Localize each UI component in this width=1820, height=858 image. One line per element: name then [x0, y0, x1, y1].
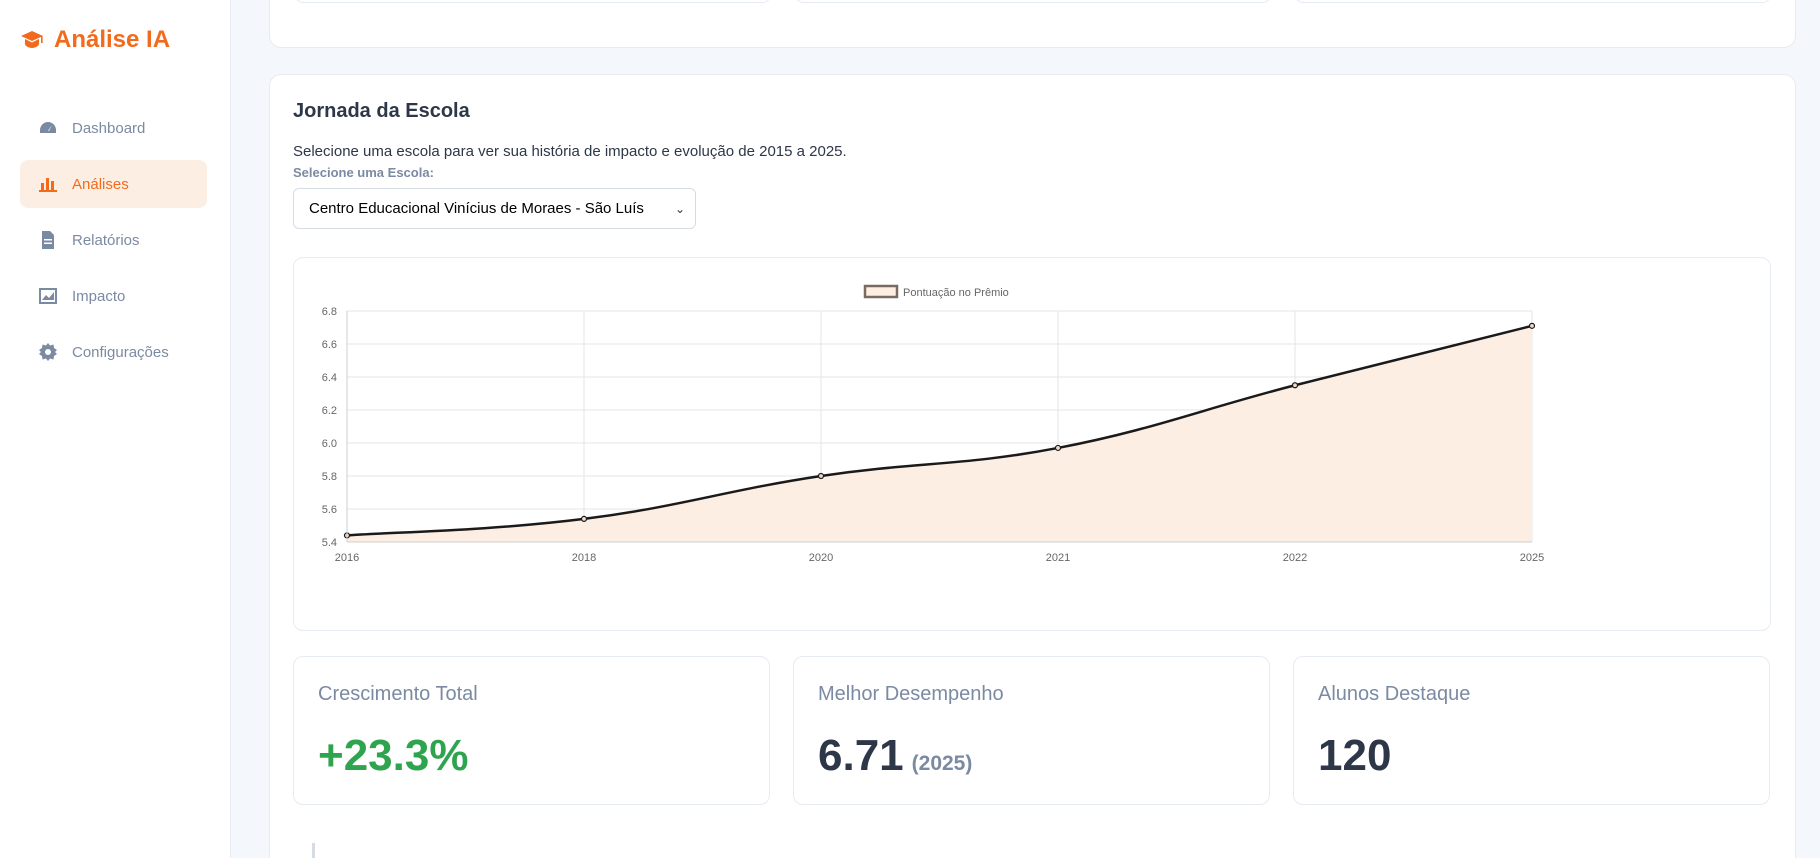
graduation-cap-icon — [21, 31, 43, 48]
sidebar-item-analises[interactable]: Análises — [20, 160, 207, 208]
chart-data-point — [580, 515, 588, 522]
sidebar: Análise IA Dashboard Análises Relatórios — [0, 0, 231, 858]
stat-card-growth: Crescimento Total +23.3% — [293, 656, 770, 805]
brand[interactable]: Análise IA — [20, 26, 170, 54]
chart-data-point — [817, 472, 825, 480]
sidebar-item-label: Dashboard — [72, 119, 146, 137]
chart-x-tick-label: 2025 — [1520, 552, 1544, 564]
top-card-stub — [294, 0, 772, 3]
sidebar-item-configuracoes[interactable]: Configurações — [20, 328, 207, 376]
top-card — [269, 0, 1796, 48]
chart-legend-swatch — [863, 284, 899, 299]
stat-title: Alunos Destaque — [1318, 683, 1471, 705]
chart-x-tick-label: 2021 — [1046, 552, 1070, 564]
stat-number: 6.71 — [818, 731, 904, 780]
chart-svg: 5.4 5.6 5.8 6.0 6.2 6.4 6.6 6.8 2016 2018 2020 2021… — [322, 284, 1544, 564]
divider — [312, 843, 315, 858]
stat-title: Crescimento Total — [318, 683, 478, 705]
school-select-value: Centro Educacional Vinícius de Moraes - … — [309, 200, 644, 217]
section-title: Jornada da Escola — [293, 100, 470, 122]
image-chart-icon — [39, 288, 57, 304]
school-select[interactable]: Centro Educacional Vinícius de Moraes - … — [293, 188, 696, 229]
bar-chart-icon — [39, 178, 57, 192]
gauge-icon — [40, 122, 56, 133]
chart-data-point — [1291, 382, 1299, 389]
chart-x-tick-label: 2016 — [335, 552, 359, 564]
chevron-down-icon: ⌄ — [674, 201, 685, 216]
stat-card-students: Alunos Destaque 120 — [1293, 656, 1770, 805]
chart-y-tick-label: 6.6 — [322, 339, 337, 351]
sidebar-nav: Dashboard Análises Relatórios Impacto Co… — [20, 104, 207, 384]
sidebar-item-label: Relatórios — [72, 231, 140, 249]
section-description: Selecione uma escola para ver sua histór… — [293, 143, 847, 160]
gear-icon — [39, 343, 57, 361]
sidebar-item-dashboard[interactable]: Dashboard — [20, 104, 207, 152]
stat-title: Melhor Desempenho — [818, 683, 1004, 705]
school-select-label: Selecione uma Escola: — [293, 165, 434, 180]
chart-x-tick-label: 2022 — [1283, 552, 1307, 564]
brand-name: Análise IA — [54, 26, 171, 53]
chart-data-point — [1528, 322, 1536, 329]
sidebar-item-label: Análises — [72, 175, 129, 193]
sidebar-item-impacto[interactable]: Impacto — [20, 272, 207, 320]
stat-value: +23.3% — [318, 731, 469, 780]
sidebar-item-relatorios[interactable]: Relatórios — [20, 216, 207, 264]
stat-value: 120 — [1318, 731, 1392, 780]
chart-x-tick-label: 2020 — [809, 552, 833, 564]
chart-y-tick-label: 6.8 — [322, 306, 337, 318]
sidebar-item-label: Configurações — [72, 343, 169, 361]
top-card-stub — [794, 0, 1272, 3]
chart-legend-label: Pontuação no Prêmio — [903, 287, 1009, 299]
sidebar-item-label: Impacto — [72, 287, 126, 305]
stat-value: 6.71 (2025) — [818, 731, 972, 781]
chart-data-point — [1054, 444, 1062, 452]
chart-x-tick-label: 2018 — [572, 552, 596, 564]
chart-y-tick-label: 6.2 — [322, 405, 337, 417]
top-card-stub — [1294, 0, 1772, 3]
chart-y-tick-label: 5.8 — [322, 471, 337, 483]
chart-area-fill — [347, 325, 1532, 542]
school-journey-chart: 5.4 5.6 5.8 6.0 6.2 6.4 6.6 6.8 2016 2018 2020 2021… — [293, 257, 1771, 631]
chart-y-tick-label: 5.4 — [322, 537, 337, 549]
chart-y-tick-label: 6.0 — [322, 438, 337, 450]
stat-year: (2025) — [911, 752, 973, 775]
chart-y-tick-label: 5.6 — [322, 504, 337, 516]
document-icon — [42, 231, 54, 249]
stat-card-best: Melhor Desempenho 6.71 (2025) — [793, 656, 1270, 805]
chart-y-tick-label: 6.4 — [322, 372, 337, 384]
